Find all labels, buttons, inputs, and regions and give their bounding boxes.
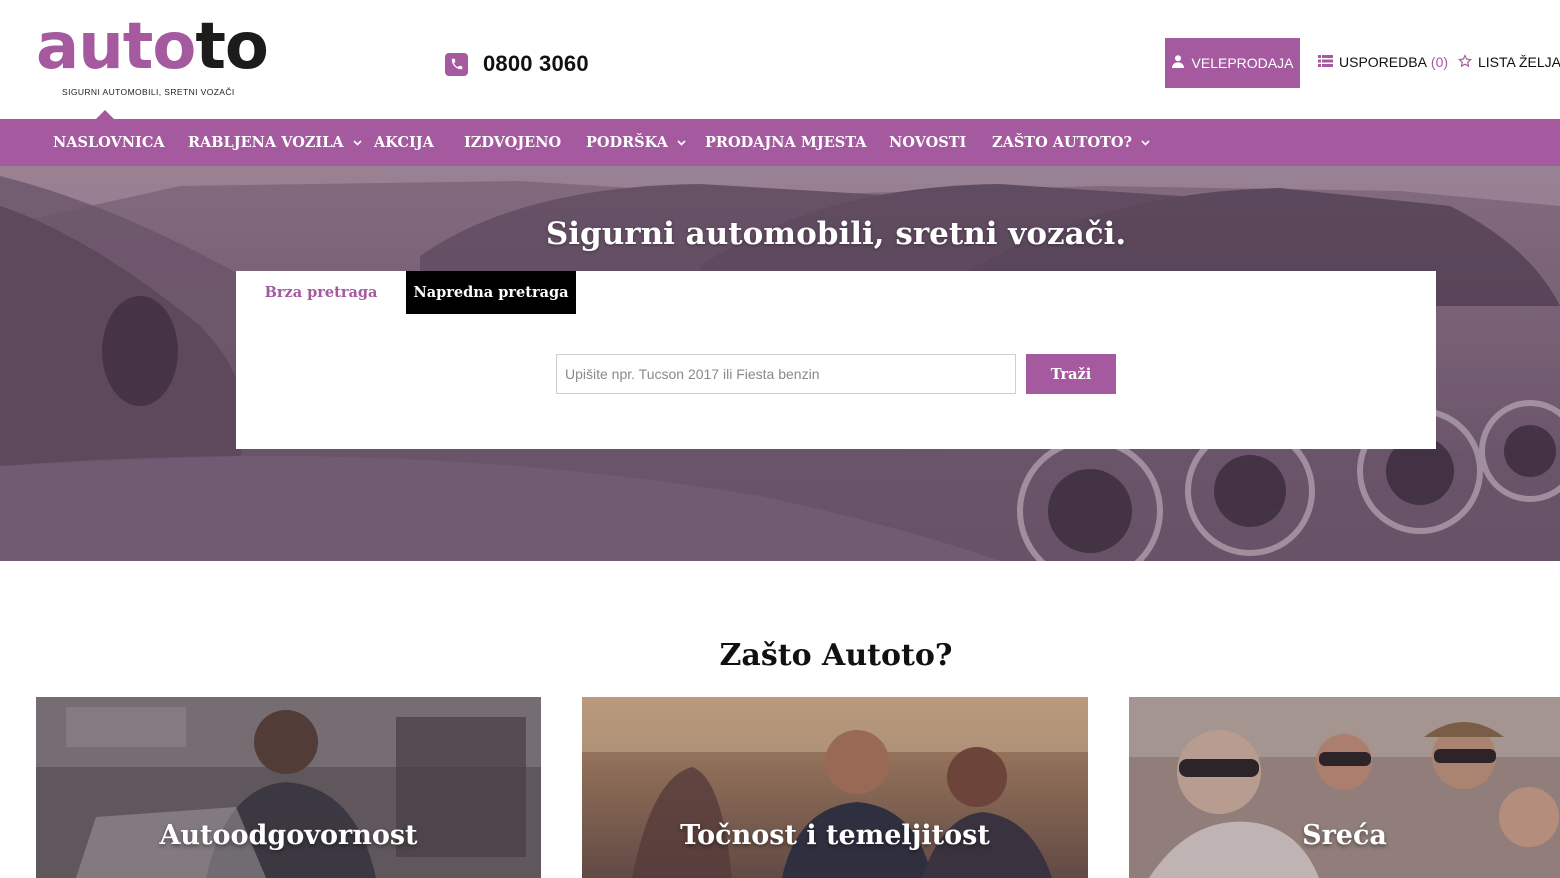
compare-label: USPOREDBA xyxy=(1339,54,1427,70)
tab-quick-search[interactable]: Brza pretraga xyxy=(236,271,406,314)
logo-tagline: SIGURNI AUTOMOBILI, SRETNI VOZAČI xyxy=(62,87,235,97)
star-icon xyxy=(1458,53,1472,71)
wholesale-label: VELEPRODAJA xyxy=(1191,55,1294,71)
nav-item-podrska[interactable]: PODRŠKA xyxy=(586,119,686,166)
why-section-title: Zašto Autoto? xyxy=(719,638,953,673)
nav-item-label: ZAŠTO AUTOTO? xyxy=(992,134,1133,151)
nav-item-label: RABLJENA VOZILA xyxy=(188,134,344,151)
tab-advanced-search[interactable]: Napredna pretraga xyxy=(406,271,576,314)
list-icon xyxy=(1318,54,1333,70)
nav-item-label: NOVOSTI xyxy=(889,134,967,151)
active-nav-indicator xyxy=(96,110,114,119)
card-title: Točnost i temeljitost xyxy=(680,820,990,851)
hero-title: Sigurni automobili, sretni vozači. xyxy=(545,216,1127,252)
nav-item-izdvojeno[interactable]: IZDVOJENO xyxy=(464,119,561,166)
wishlist-link[interactable]: LISTA ŽELJA xyxy=(1458,52,1560,72)
nav-item-akcija[interactable]: AKCIJA xyxy=(374,119,434,166)
nav-item-zasto-autoto[interactable]: ZAŠTO AUTOTO? xyxy=(992,119,1150,166)
nav-item-label: IZDVOJENO xyxy=(464,134,562,151)
user-icon xyxy=(1171,55,1184,71)
search-input[interactable] xyxy=(556,354,1016,394)
chevron-down-icon xyxy=(1141,139,1150,146)
nav-item-naslovnica[interactable]: NASLOVNICA xyxy=(53,119,165,166)
chevron-down-icon xyxy=(353,139,362,146)
card-title: Sreća xyxy=(1302,820,1387,851)
nav-item-prodajna-mjesta[interactable]: PRODAJNA MJESTA xyxy=(705,119,867,166)
why-card-autoodgovornost[interactable]: Autoodgovornost xyxy=(36,697,541,878)
main-nav: NASLOVNICA RABLJENA VOZILA AKCIJA IZDVOJ… xyxy=(0,110,1560,166)
phone-contact[interactable]: 0800 3060 xyxy=(445,50,589,78)
site-header: autoto SIGURNI AUTOMOBILI, SRETNI VOZAČI… xyxy=(0,0,1560,119)
phone-icon xyxy=(445,52,468,76)
nav-item-label: PRODAJNA MJESTA xyxy=(705,134,867,151)
card-title: Autoodgovornost xyxy=(159,820,418,851)
site-logo[interactable]: autoto SIGURNI AUTOMOBILI, SRETNI VOZAČI xyxy=(36,10,269,104)
phone-number: 0800 3060 xyxy=(483,51,589,76)
wishlist-label: LISTA ŽELJA xyxy=(1478,54,1560,70)
nav-item-label: AKCIJA xyxy=(374,134,434,151)
why-card-tocnost[interactable]: Točnost i temeljitost xyxy=(582,697,1088,878)
search-button[interactable]: Traži xyxy=(1026,354,1116,394)
search-panel: Brza pretraga Napredna pretraga Traži xyxy=(236,271,1436,449)
nav-item-rabljena-vozila[interactable]: RABLJENA VOZILA xyxy=(188,119,362,166)
why-card-sreca[interactable]: Sreća xyxy=(1129,697,1560,878)
chevron-down-icon xyxy=(677,139,686,146)
logo-wordmark: autoto xyxy=(36,10,269,84)
compare-count: (0) xyxy=(1430,54,1449,70)
compare-link[interactable]: USPOREDBA (0) xyxy=(1318,52,1448,72)
nav-item-label: NASLOVNICA xyxy=(53,134,165,151)
nav-item-novosti[interactable]: NOVOSTI xyxy=(889,119,966,166)
wholesale-button[interactable]: VELEPRODAJA xyxy=(1165,38,1300,88)
nav-item-label: PODRŠKA xyxy=(586,134,668,151)
